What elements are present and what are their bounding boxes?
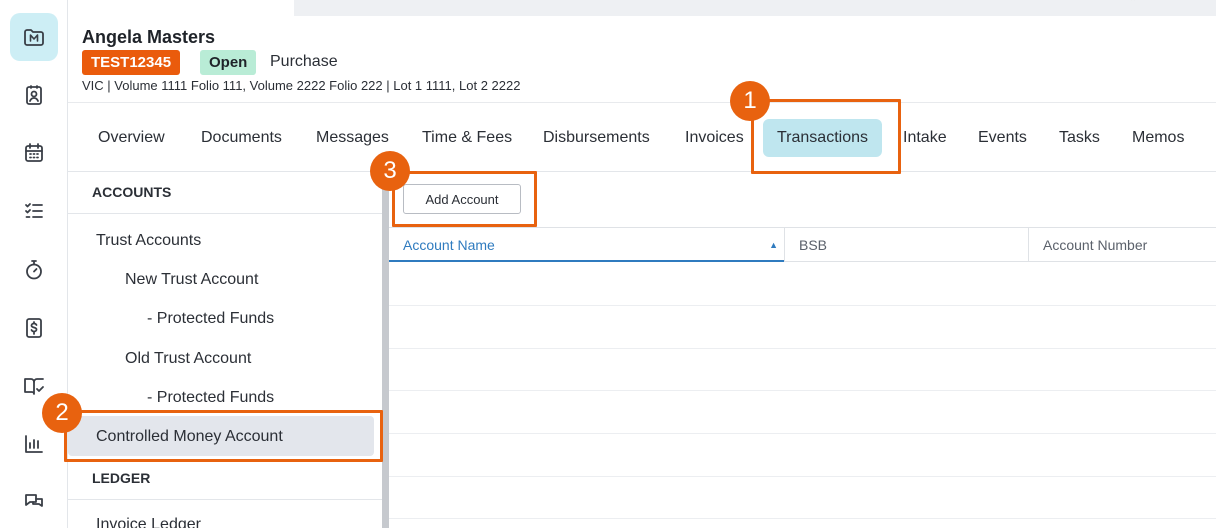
client-name: Angela Masters <box>82 27 216 47</box>
divider <box>68 499 382 500</box>
grid-row-divider <box>389 476 1216 477</box>
sidebar-item-trust-accounts[interactable]: Trust Accounts <box>96 232 201 250</box>
divider <box>68 460 382 461</box>
accounts-panel: Add Account Account Name ▲ BSB Account N… <box>389 172 1216 528</box>
accounts-sidebar: ACCOUNTS Trust Accounts New Trust Accoun… <box>68 172 382 528</box>
status-badge: Open <box>200 50 257 75</box>
property-details: VIC | Volume 1111 Folio 111, Volume 2222… <box>82 78 521 93</box>
add-account-button[interactable]: Add Account <box>403 184 521 214</box>
matter-header: Angela Masters TEST12345 Open Purchase V… <box>68 0 1216 102</box>
tab-overview[interactable]: Overview <box>84 119 179 157</box>
chat-bubbles-icon[interactable] <box>10 478 58 526</box>
nav-rail <box>0 0 68 528</box>
matter-reference-badge: TEST12345 <box>82 50 181 75</box>
tab-memos[interactable]: Memos <box>1118 119 1198 157</box>
matter-icon[interactable] <box>10 13 58 61</box>
matter-type: Purchase <box>270 53 338 70</box>
tab-time-fees[interactable]: Time & Fees <box>408 119 526 157</box>
callout-number-1: 1 <box>730 81 770 121</box>
tab-events[interactable]: Events <box>964 119 1041 157</box>
callout-number-2: 2 <box>42 393 82 433</box>
grid-row-divider <box>389 433 1216 434</box>
sidebar-item-controlled-money-account[interactable]: Controlled Money Account <box>96 428 283 446</box>
tab-disbursements[interactable]: Disbursements <box>529 119 664 157</box>
column-account-number[interactable]: Account Number <box>1029 228 1216 262</box>
stopwatch-icon[interactable] <box>10 246 58 294</box>
tab-intake[interactable]: Intake <box>889 119 961 157</box>
column-label: Account Name <box>403 237 495 253</box>
column-account-name[interactable]: Account Name ▲ <box>389 228 784 262</box>
grid-row-divider <box>389 348 1216 349</box>
accounts-grid-header: Account Name ▲ BSB Account Number <box>389 227 1216 262</box>
sort-ascending-icon: ▲ <box>769 240 778 250</box>
column-bsb[interactable]: BSB <box>785 228 1028 262</box>
sidebar-item-protected-funds-old[interactable]: - Protected Funds <box>147 389 274 407</box>
sidebar-item-protected-funds-new[interactable]: - Protected Funds <box>147 310 274 328</box>
tab-invoices[interactable]: Invoices <box>671 119 758 157</box>
tab-tasks[interactable]: Tasks <box>1045 119 1114 157</box>
callout-number-3: 3 <box>370 151 410 191</box>
sidebar-item-invoice-ledger[interactable]: Invoice Ledger <box>96 516 201 528</box>
dollar-document-icon[interactable] <box>10 304 58 352</box>
matter-tabs: Overview Documents Messages Time & Fees … <box>68 102 1216 172</box>
sidebar-item-new-trust-account[interactable]: New Trust Account <box>125 271 258 289</box>
contact-card-icon[interactable] <box>10 71 58 119</box>
checklist-icon[interactable] <box>10 187 58 235</box>
tab-documents[interactable]: Documents <box>187 119 296 157</box>
tab-transactions[interactable]: Transactions <box>763 119 882 157</box>
grid-row-divider <box>389 305 1216 306</box>
divider <box>68 213 382 214</box>
calendar-icon[interactable] <box>10 129 58 177</box>
grid-row-divider <box>389 390 1216 391</box>
grid-row-divider <box>389 518 1216 519</box>
accounts-section-title: ACCOUNTS <box>92 184 172 200</box>
sidebar-item-old-trust-account[interactable]: Old Trust Account <box>125 350 251 368</box>
ledger-section-title: LEDGER <box>92 470 151 486</box>
sidebar-scrollbar[interactable] <box>382 172 389 528</box>
